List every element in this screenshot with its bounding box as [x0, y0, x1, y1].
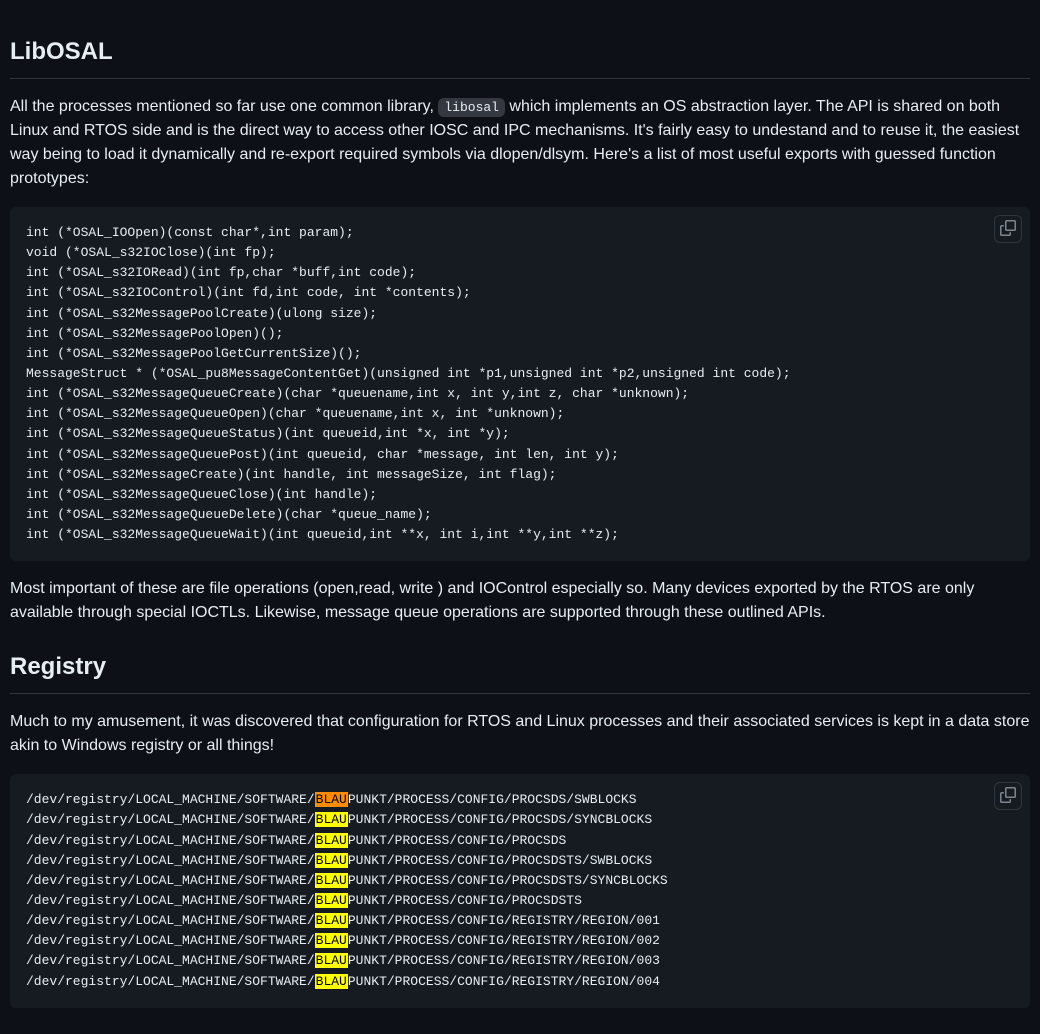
- registry-line: /dev/registry/LOCAL_MACHINE/SOFTWARE/BLA…: [26, 951, 1014, 971]
- highlight-match: BLAU: [315, 933, 348, 948]
- code-content: /dev/registry/LOCAL_MACHINE/SOFTWARE/BLA…: [26, 790, 1014, 991]
- text: All the processes mentioned so far use o…: [10, 98, 438, 115]
- highlight-match: BLAU: [315, 893, 348, 908]
- highlight-match: BLAU: [315, 792, 348, 807]
- copy-button[interactable]: [994, 782, 1022, 810]
- registry-line: /dev/registry/LOCAL_MACHINE/SOFTWARE/BLA…: [26, 891, 1014, 911]
- highlight-match: BLAU: [315, 913, 348, 928]
- registry-line: /dev/registry/LOCAL_MACHINE/SOFTWARE/BLA…: [26, 810, 1014, 830]
- highlight-match: BLAU: [315, 833, 348, 848]
- section-heading-libosal: LibOSAL: [10, 34, 1030, 79]
- copy-button[interactable]: [994, 215, 1022, 243]
- registry-line: /dev/registry/LOCAL_MACHINE/SOFTWARE/BLA…: [26, 790, 1014, 810]
- highlight-match: BLAU: [315, 812, 348, 827]
- copy-icon: [1000, 787, 1016, 806]
- registry-line: /dev/registry/LOCAL_MACHINE/SOFTWARE/BLA…: [26, 871, 1014, 891]
- registry-line: /dev/registry/LOCAL_MACHINE/SOFTWARE/BLA…: [26, 931, 1014, 951]
- inline-code: libosal: [438, 98, 505, 117]
- paragraph: Most important of these are file operati…: [10, 577, 1030, 625]
- registry-line: /dev/registry/LOCAL_MACHINE/SOFTWARE/BLA…: [26, 972, 1014, 992]
- highlight-match: BLAU: [315, 974, 348, 989]
- code-block-registry: /dev/registry/LOCAL_MACHINE/SOFTWARE/BLA…: [10, 774, 1030, 1007]
- code-block-libosal: int (*OSAL_IOOpen)(const char*,int param…: [10, 207, 1030, 561]
- highlight-match: BLAU: [315, 953, 348, 968]
- paragraph: All the processes mentioned so far use o…: [10, 95, 1030, 191]
- section-heading-registry: Registry: [10, 649, 1030, 694]
- code-content: int (*OSAL_IOOpen)(const char*,int param…: [26, 223, 1014, 545]
- registry-line: /dev/registry/LOCAL_MACHINE/SOFTWARE/BLA…: [26, 851, 1014, 871]
- copy-icon: [1000, 220, 1016, 239]
- highlight-match: BLAU: [315, 873, 348, 888]
- paragraph: Much to my amusement, it was discovered …: [10, 710, 1030, 758]
- highlight-match: BLAU: [315, 853, 348, 868]
- registry-line: /dev/registry/LOCAL_MACHINE/SOFTWARE/BLA…: [26, 911, 1014, 931]
- registry-line: /dev/registry/LOCAL_MACHINE/SOFTWARE/BLA…: [26, 831, 1014, 851]
